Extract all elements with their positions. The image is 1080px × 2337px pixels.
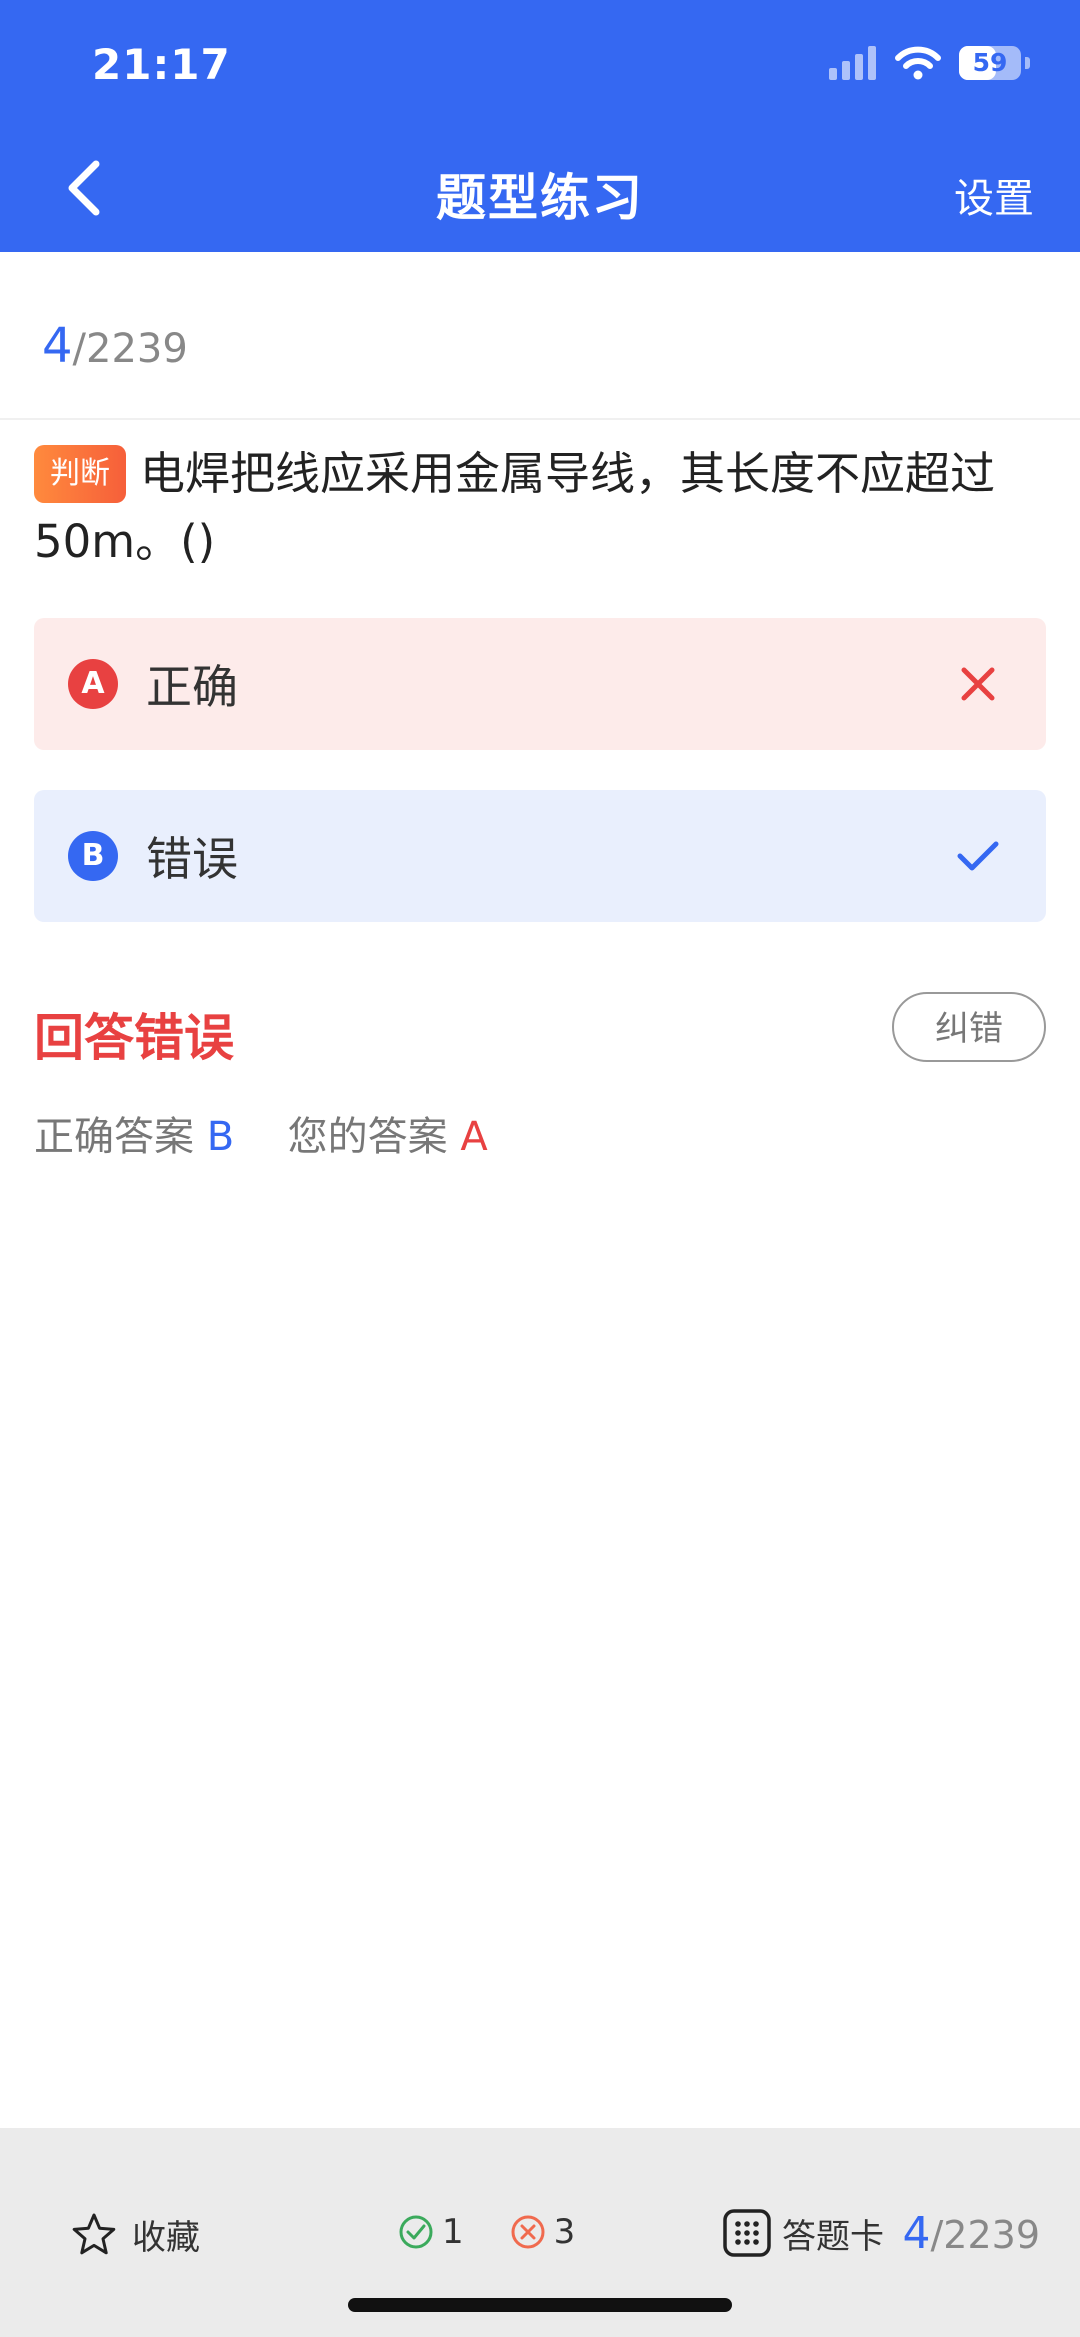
current-index: 4 [42,318,73,374]
answer-stats: 1 3 [398,2212,621,2252]
cross-circle-icon [511,2215,545,2249]
page-title: 题型练习 [436,169,644,227]
question-body: 电焊把线应采用金属导线，其长度不应超过50m。() [34,447,996,568]
question-counter: 4/2239 [42,318,188,374]
option-label: 正确 [146,660,238,714]
correct-answer-value: B [206,1114,235,1160]
check-circle-icon [399,2215,433,2249]
option-b[interactable]: B 错误 [34,790,1046,922]
correct-answer-label: 正确答案 [34,1114,194,1160]
wrong-count: 3 [553,2212,576,2252]
favorite-button[interactable]: 收藏 [70,2210,200,2259]
option-label: 错误 [146,832,238,886]
battery-tip [1025,57,1030,69]
answer-card-button[interactable]: 答题卡 [722,2208,884,2258]
right-count: 1 [442,2212,464,2252]
option-a[interactable]: A 正确 [34,618,1046,750]
app-header: 21:17 59 题型练习 设置 [0,0,1080,252]
settings-button[interactable]: 设置 [954,166,1034,224]
option-letter: A [68,659,118,709]
wifi-icon [895,46,941,80]
your-answer-label: 您的答案 [287,1114,448,1160]
result-title: 回答错误 [34,1009,234,1067]
option-letter: B [68,831,118,881]
check-icon [957,841,999,871]
battery-level: 59 [972,48,1008,77]
question-text: 判断 电焊把线应采用金属导线，其长度不应超过50m。() [34,440,1044,576]
home-indicator [348,2298,732,2312]
star-icon [72,2213,116,2254]
report-error-button[interactable]: 纠错 [892,992,1046,1062]
signal-icon [829,46,876,80]
divider [0,418,1080,420]
answer-summary: 正确答案 B 您的答案 A [34,1104,488,1162]
answer-card-label: 答题卡 [782,2216,884,2257]
favorite-label: 收藏 [132,2218,200,2258]
status-time: 21:17 [92,40,231,89]
status-icons: 59 [829,46,1030,80]
footer-counter: 4/2239 [902,2208,1040,2259]
total-count: /2239 [72,326,188,372]
cross-icon [961,667,995,701]
battery-icon: 59 [959,46,1021,80]
footer-total-count: /2239 [930,2213,1040,2257]
footer-current-index: 4 [902,2208,931,2259]
your-answer-value: A [460,1114,488,1160]
question-type-badge: 判断 [34,445,126,503]
grid-icon [723,2209,771,2257]
